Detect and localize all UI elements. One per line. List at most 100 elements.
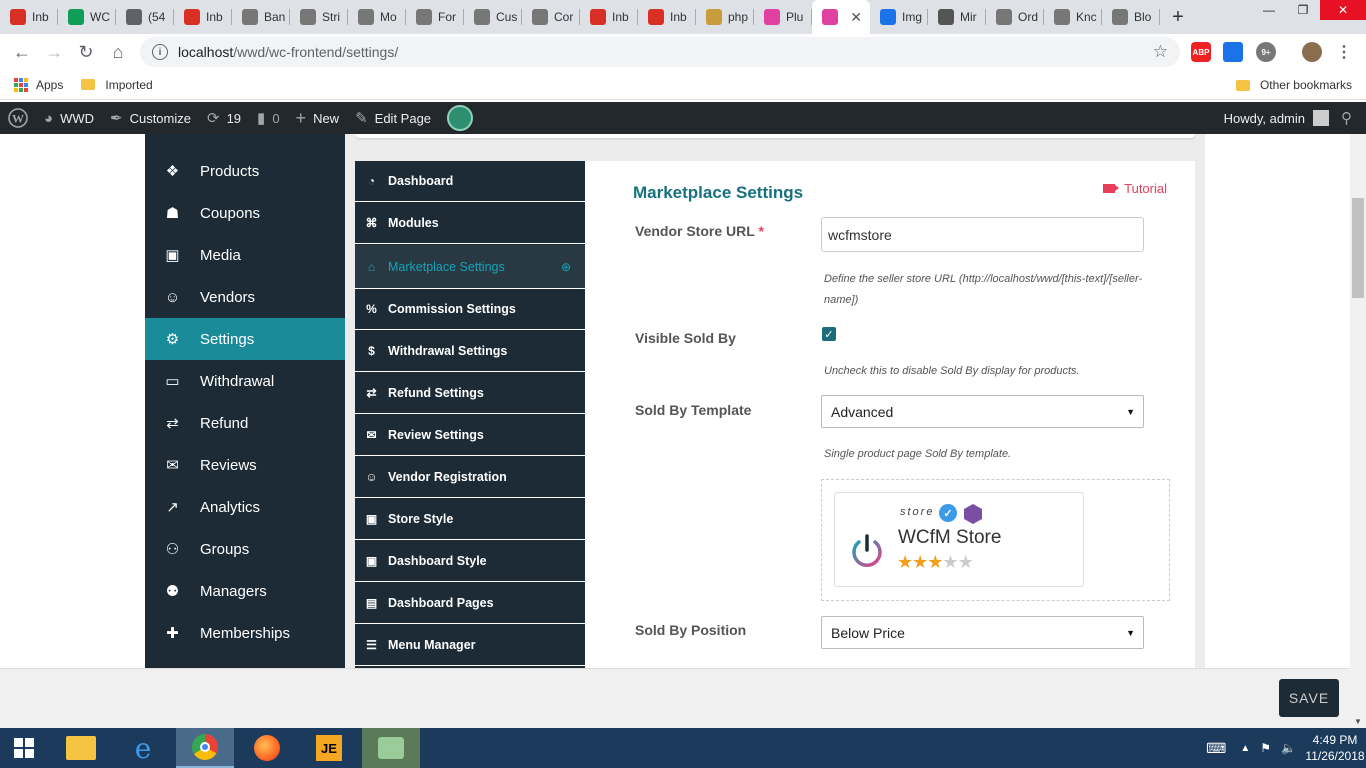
- submenu-item-menu-manager[interactable]: ☰ Menu Manager: [355, 625, 585, 666]
- browser-tab[interactable]: Mo: [348, 0, 406, 34]
- bookmark-star-icon[interactable]: ☆: [1153, 42, 1168, 62]
- bookmark-apps[interactable]: Apps: [14, 77, 63, 92]
- submenu-item-store-style[interactable]: ▣ Store Style: [355, 499, 585, 540]
- browser-tab[interactable]: Knc: [1044, 0, 1102, 34]
- minimize-button[interactable]: —: [1252, 0, 1286, 20]
- browser-tab[interactable]: php: [696, 0, 754, 34]
- notifications-extension-icon[interactable]: 9+: [1256, 42, 1276, 62]
- page-scrollbar[interactable]: ▼: [1350, 134, 1366, 728]
- wcfm-store-icon[interactable]: [439, 102, 481, 134]
- new-content-link[interactable]: + New: [288, 102, 348, 134]
- firefox-icon[interactable]: [238, 728, 296, 768]
- tab-close-icon[interactable]: ✕: [850, 9, 862, 26]
- browser-tab[interactable]: Mir: [928, 0, 986, 34]
- vendor-store-url-label: Vendor Store URL *: [635, 223, 764, 239]
- clock[interactable]: 4:49 PM 11/26/2018: [1304, 732, 1366, 764]
- browser-tab[interactable]: Inb: [638, 0, 696, 34]
- comments-link[interactable]: ▮ 0: [249, 102, 288, 134]
- new-tab-button[interactable]: +: [1160, 0, 1196, 34]
- windows-start-icon[interactable]: [0, 728, 48, 768]
- submenu-item-vendor-registration[interactable]: ☺ Vendor Registration: [355, 457, 585, 498]
- site-name-link[interactable]: ◕ WWD: [36, 102, 102, 134]
- menu-item-groups[interactable]: ⚇ Groups: [145, 528, 345, 570]
- browser-tab[interactable]: ✕: [812, 0, 870, 34]
- submenu-item-refund-settings[interactable]: ⇄ Refund Settings: [355, 373, 585, 414]
- file-explorer-icon[interactable]: [52, 728, 110, 768]
- browser-tab[interactable]: Ord: [986, 0, 1044, 34]
- menu-item-products[interactable]: ❖ Products: [145, 150, 345, 192]
- tutorial-link[interactable]: Tutorial: [1103, 181, 1167, 196]
- browser-tab[interactable]: Ban: [232, 0, 290, 34]
- menu-item-media[interactable]: ▣ Media: [145, 234, 345, 276]
- menu-item-analytics[interactable]: ↗ Analytics: [145, 486, 345, 528]
- browser-tab[interactable]: Plu: [754, 0, 812, 34]
- browser-tab[interactable]: Inb: [0, 0, 58, 34]
- chrome-menu-icon[interactable]: ⋮: [1334, 42, 1354, 62]
- home-icon[interactable]: ⌂: [102, 36, 134, 68]
- browser-tab[interactable]: Stri: [290, 0, 348, 34]
- vendor-store-url-input[interactable]: wcfmstore: [821, 217, 1144, 252]
- menu-item-memberships[interactable]: ✚ Memberships: [145, 612, 345, 654]
- submenu-item-dashboard-style[interactable]: ▣ Dashboard Style: [355, 541, 585, 582]
- profile-avatar[interactable]: [1302, 42, 1322, 62]
- scrollbar-thumb[interactable]: [1352, 198, 1364, 298]
- network-icon[interactable]: ⚑: [1260, 741, 1271, 755]
- browser-tab[interactable]: Img: [870, 0, 928, 34]
- back-button[interactable]: ←: [6, 36, 38, 68]
- menu-item-managers[interactable]: ⚉ Managers: [145, 570, 345, 612]
- menu-item-coupons[interactable]: ☗ Coupons: [145, 192, 345, 234]
- other-bookmarks[interactable]: Other bookmarks: [1235, 78, 1352, 92]
- browser-tab[interactable]: Cor: [522, 0, 580, 34]
- internet-explorer-icon[interactable]: e: [114, 728, 172, 768]
- submenu-item-modules[interactable]: ⌘ Modules: [355, 203, 585, 244]
- howdy-user[interactable]: Howdy, admin: [1224, 111, 1305, 126]
- plus-icon: +: [295, 107, 307, 128]
- address-bar[interactable]: i localhost/wwd/wc-frontend/settings/ ☆: [140, 37, 1180, 67]
- updates-link[interactable]: ⟳ 19: [199, 102, 249, 134]
- browser-tab[interactable]: Blo: [1102, 0, 1160, 34]
- keyboard-icon[interactable]: ⌨: [1206, 740, 1226, 757]
- customize-link[interactable]: ✒ Customize: [102, 102, 199, 134]
- jetbrains-icon[interactable]: JE: [300, 728, 358, 768]
- submenu-item-dashboard-pages[interactable]: ▤ Dashboard Pages: [355, 583, 585, 624]
- show-hidden-icons-icon[interactable]: ▲: [1240, 743, 1250, 754]
- submenu-item-dashboard[interactable]: ◔ Dashboard: [355, 161, 585, 202]
- browser-tab[interactable]: Inb: [174, 0, 232, 34]
- reload-button[interactable]: ↻: [70, 36, 102, 68]
- window-close-button[interactable]: ✕: [1320, 0, 1366, 20]
- browser-tab[interactable]: Cus: [464, 0, 522, 34]
- menu-item-refund[interactable]: ⇄ Refund: [145, 402, 345, 444]
- menu-item-vendors[interactable]: ☺ Vendors: [145, 276, 345, 318]
- camera-extension-icon[interactable]: [1223, 42, 1243, 62]
- save-button[interactable]: SAVE: [1279, 679, 1339, 717]
- browser-tab[interactable]: WC: [58, 0, 116, 34]
- user-avatar[interactable]: [1313, 110, 1329, 126]
- submenu-item-withdrawal-settings[interactable]: $ Withdrawal Settings: [355, 331, 585, 372]
- wordpress-logo-icon[interactable]: W: [0, 102, 36, 134]
- menu-item-label: Reviews: [200, 456, 257, 474]
- scroll-down-arrow-icon[interactable]: ▼: [1354, 717, 1362, 726]
- top-card-edge: [355, 134, 1195, 138]
- restore-button[interactable]: ❐: [1286, 0, 1320, 20]
- submenu-item-commission-settings[interactable]: % Commission Settings: [355, 289, 585, 330]
- search-icon[interactable]: ⚲: [1341, 109, 1352, 127]
- browser-tab[interactable]: For: [406, 0, 464, 34]
- volume-icon[interactable]: 🔈: [1281, 741, 1296, 755]
- chrome-icon[interactable]: [176, 728, 234, 768]
- browser-tab[interactable]: (54: [116, 0, 174, 34]
- bookmark-imported[interactable]: Imported: [81, 78, 153, 92]
- adblock-icon[interactable]: ABP: [1191, 42, 1211, 62]
- edit-page-link[interactable]: ✎ Edit Page: [347, 102, 439, 134]
- submenu-item-review-settings[interactable]: ✉ Review Settings: [355, 415, 585, 456]
- site-info-icon[interactable]: i: [152, 44, 168, 60]
- sold-by-position-select[interactable]: Below Price ▼: [821, 616, 1144, 649]
- submenu-item-marketplace-settings[interactable]: ⌂ Marketplace Settings ⊕: [355, 245, 585, 289]
- visible-sold-by-checkbox[interactable]: ✓: [822, 327, 836, 341]
- browser-tab[interactable]: Inb: [580, 0, 638, 34]
- menu-item-withdrawal[interactable]: ▭ Withdrawal: [145, 360, 345, 402]
- forward-button[interactable]: →: [38, 36, 70, 68]
- menu-item-settings[interactable]: ⚙ Settings: [145, 318, 345, 360]
- menu-item-reviews[interactable]: ✉ Reviews: [145, 444, 345, 486]
- app-icon[interactable]: [362, 728, 420, 768]
- sold-by-template-select[interactable]: Advanced ▼: [821, 395, 1144, 428]
